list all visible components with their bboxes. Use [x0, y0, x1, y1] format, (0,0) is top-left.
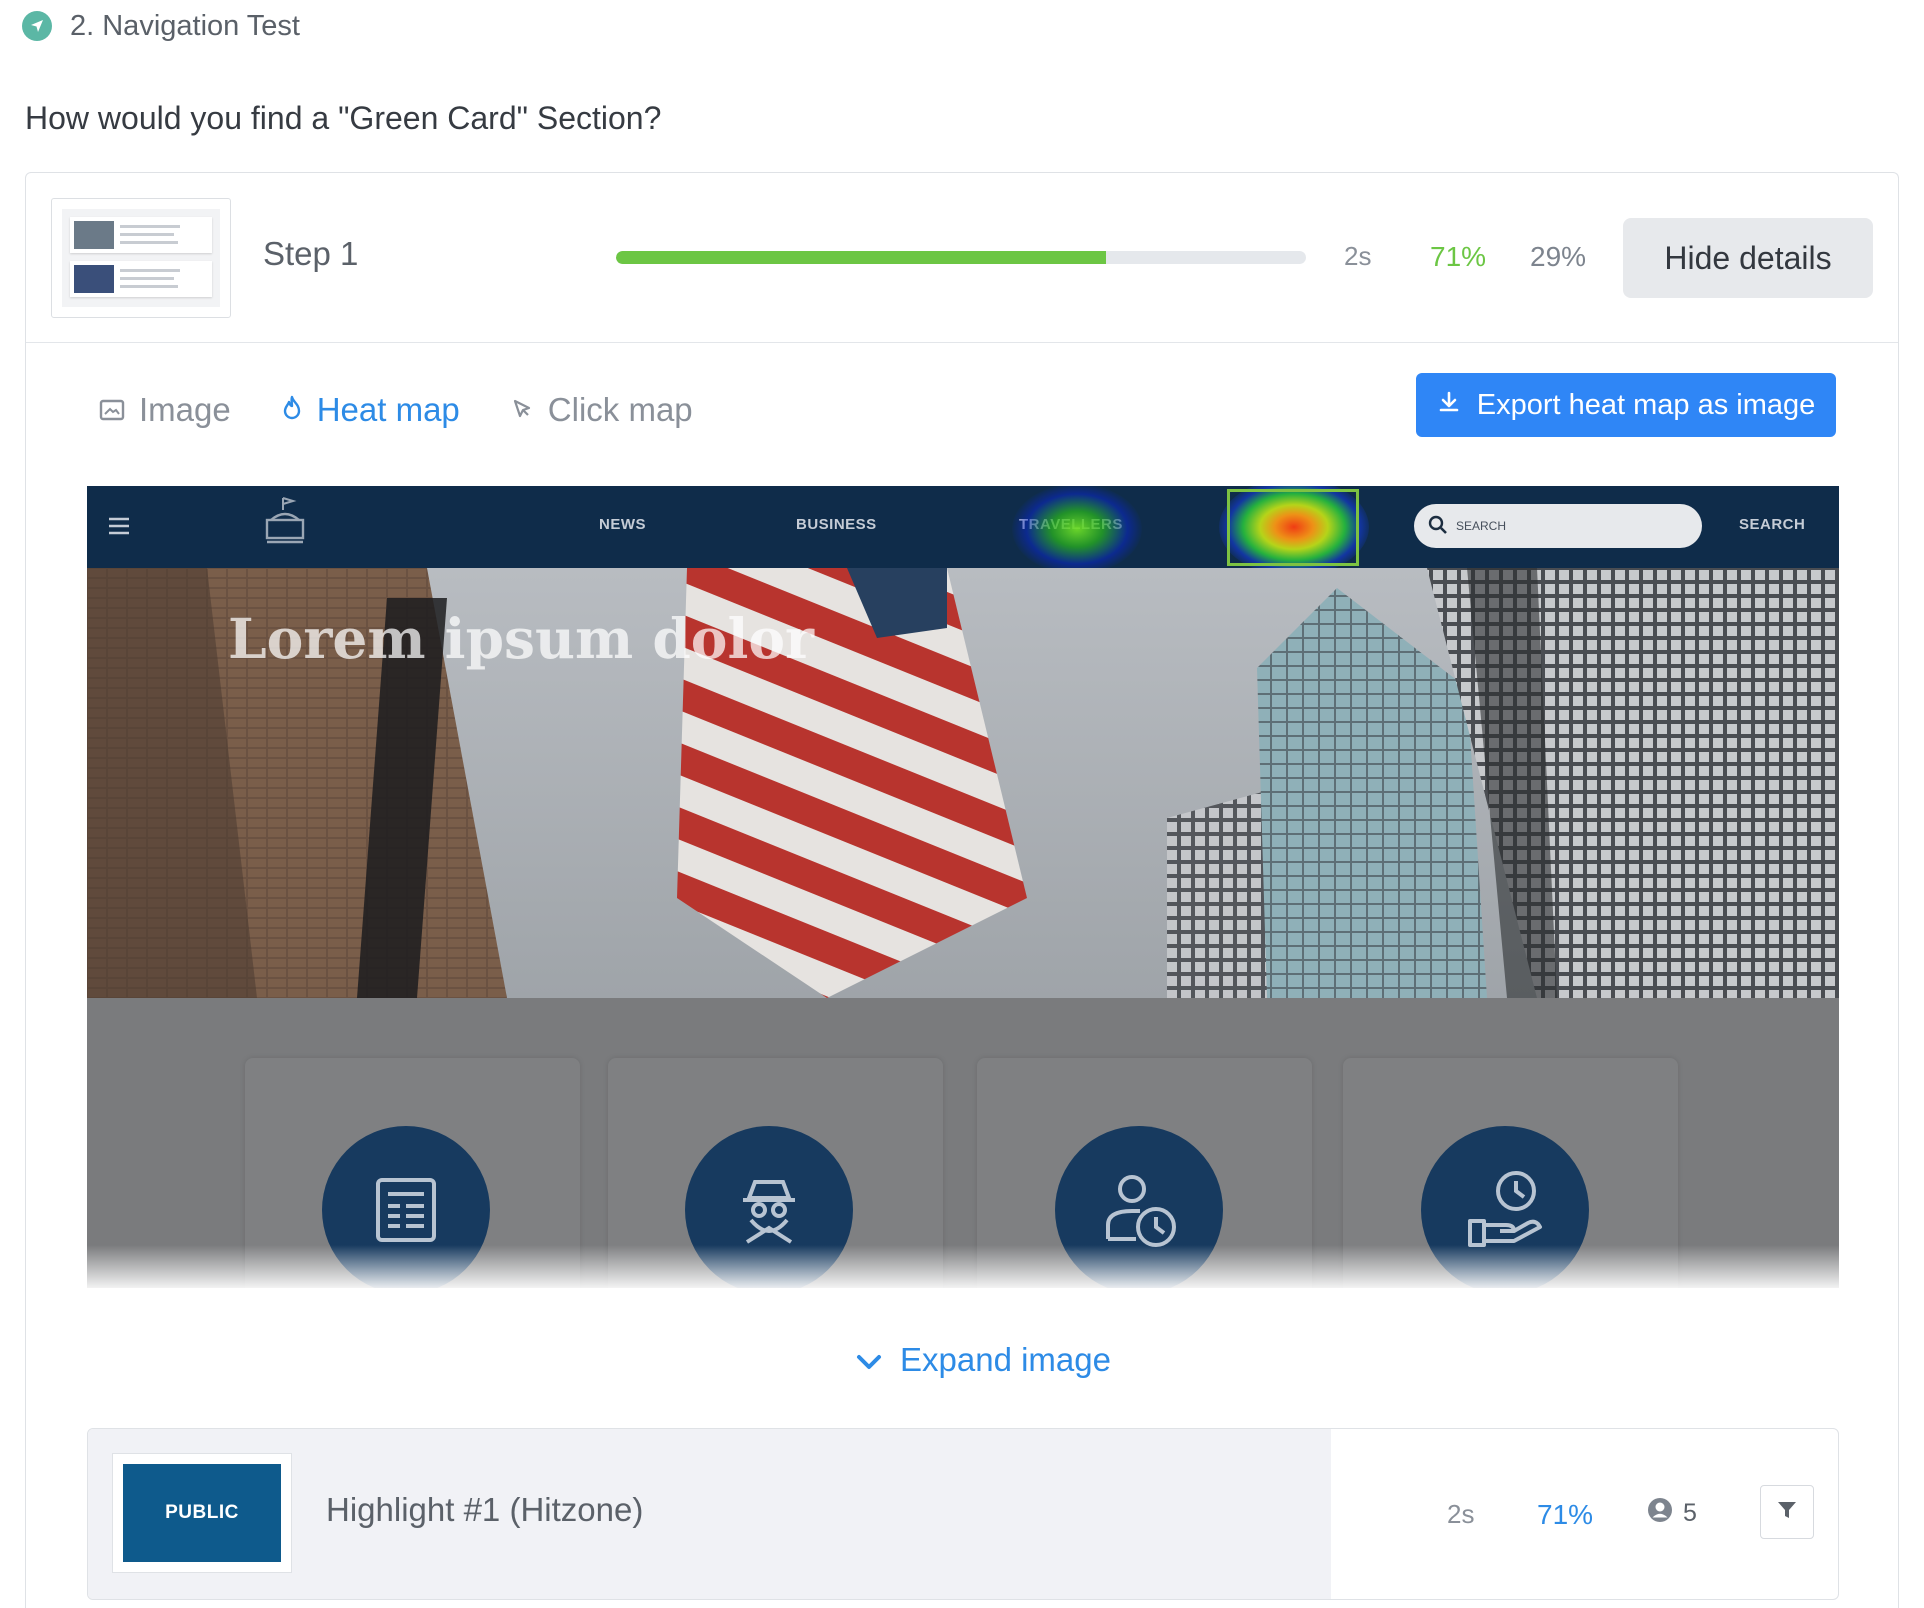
- site-hero-title: Lorem ipsum dolor: [228, 606, 815, 671]
- test-header: 2. Navigation Test: [22, 8, 300, 44]
- hide-details-button[interactable]: Hide details: [1623, 218, 1873, 298]
- image-icon: [99, 391, 125, 429]
- tab-label: Heat map: [316, 391, 460, 428]
- heat-map-screenshot[interactable]: NEWS BUSINESS TRAVELLERS SEARCH SEARCH L…: [87, 486, 1839, 1288]
- step-thumbnail[interactable]: [51, 198, 231, 318]
- highlight-time: 2s: [1447, 1499, 1475, 1529]
- site-navbar: NEWS BUSINESS TRAVELLERS SEARCH SEARCH: [87, 486, 1839, 568]
- tab-image[interactable]: Image: [99, 391, 231, 429]
- download-icon: [1437, 389, 1461, 422]
- filter-icon: [1776, 1499, 1798, 1526]
- capitol-logo-icon: [263, 496, 307, 553]
- site-nav-travellers: TRAVELLERS: [1019, 516, 1123, 533]
- test-title: 2. Navigation Test: [70, 9, 300, 42]
- export-label: Export heat map as image: [1476, 388, 1816, 421]
- search-icon: [1428, 515, 1448, 538]
- step-row: Step 1 2s 71% 29% Hide details: [26, 173, 1898, 343]
- highlight-thumbnail[interactable]: PUBLIC: [112, 1453, 292, 1573]
- thumbnail-row: [70, 261, 212, 297]
- tab-label: Image: [139, 391, 231, 428]
- site-search-box: SEARCH: [1414, 504, 1702, 548]
- step-time: 2s: [1344, 241, 1372, 271]
- screenshot-fade: [26, 1245, 1898, 1290]
- site-nav-business: BUSINESS: [796, 516, 877, 533]
- view-tabs: Image Heat map Click map: [99, 391, 693, 429]
- site-hero-image: Lorem ipsum dolor: [87, 568, 1839, 998]
- site-nav-news: NEWS: [599, 516, 646, 533]
- results-card: Step 1 2s 71% 29% Hide details Image Hea…: [25, 172, 1899, 1608]
- progress-fill: [616, 251, 1106, 264]
- highlight-thumbnail-text: PUBLIC: [123, 1464, 281, 1562]
- tab-heat-map[interactable]: Heat map: [281, 391, 460, 429]
- filter-button[interactable]: [1760, 1485, 1814, 1539]
- expand-image-button[interactable]: Expand image: [856, 1341, 1111, 1379]
- highlight-title: Highlight #1 (Hitzone): [326, 1491, 644, 1528]
- success-progress-bar: [616, 251, 1306, 264]
- step-label: Step 1: [263, 235, 359, 272]
- user-count-value: 5: [1683, 1499, 1697, 1527]
- export-heat-map-button[interactable]: Export heat map as image: [1416, 373, 1836, 437]
- hitzone-box: [1227, 489, 1359, 566]
- highlight-row: PUBLIC Highlight #1 (Hitzone) 2s 71% 5: [87, 1428, 1839, 1600]
- user-icon: [1647, 1497, 1673, 1530]
- thumbnail-row: [70, 217, 212, 253]
- tab-click-map[interactable]: Click map: [510, 391, 693, 429]
- question-text: How would you find a "Green Card" Sectio…: [25, 100, 662, 136]
- site-search-placeholder: SEARCH: [1456, 519, 1507, 533]
- navigation-arrow-icon: [22, 11, 52, 41]
- highlight-percentage: 71%: [1537, 1499, 1594, 1530]
- flame-icon: [281, 391, 303, 429]
- fail-percentage: 29%: [1530, 241, 1587, 272]
- expand-image-label: Expand image: [900, 1341, 1111, 1378]
- cursor-click-icon: [510, 391, 534, 429]
- tab-label: Click map: [547, 391, 693, 428]
- site-nav-search: SEARCH: [1739, 516, 1806, 533]
- highlight-user-count: 5: [1647, 1497, 1697, 1530]
- thumbnail-preview: [62, 209, 220, 307]
- hamburger-menu-icon: [107, 516, 131, 541]
- success-percentage: 71%: [1430, 241, 1487, 272]
- chevron-down-icon: [856, 1341, 882, 1379]
